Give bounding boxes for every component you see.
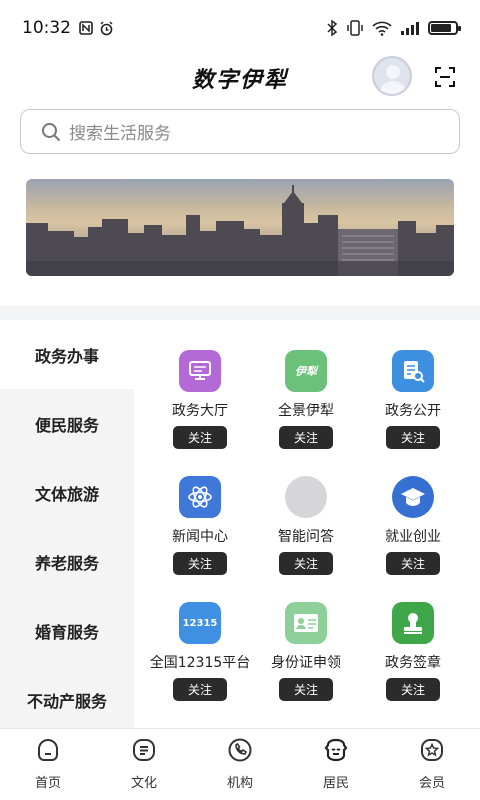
bottom-nav: 首页 文化 机构 居民 会员 — [0, 728, 480, 800]
follow-button[interactable]: 关注 — [279, 426, 333, 449]
follow-button[interactable]: 关注 — [173, 426, 227, 449]
graduation-cap-icon — [392, 476, 434, 518]
scan-icon[interactable] — [434, 66, 456, 88]
stamp-icon — [392, 602, 434, 644]
sidebar-item-real-estate[interactable]: 不动产服务 — [0, 665, 134, 734]
nav-label: 会员 — [418, 776, 445, 791]
signal-icon — [401, 22, 419, 35]
home-icon — [38, 739, 58, 761]
service-label: 智能问答 — [278, 529, 334, 545]
service-item-news[interactable]: 新闻中心 关注 — [140, 476, 260, 575]
service-item-id-card[interactable]: 身份证申领 关注 — [246, 602, 366, 701]
sidebar-item-elderly-care[interactable]: 养老服务 — [0, 527, 134, 596]
alarm-icon — [100, 21, 113, 35]
nav-label: 首页 — [34, 776, 61, 791]
service-item-panorama[interactable]: 伊犁 全景伊犁 关注 — [246, 350, 366, 449]
follow-button[interactable]: 关注 — [386, 426, 440, 449]
follow-button[interactable]: 关注 — [173, 552, 227, 575]
search-bar[interactable]: 搜索生活服务 — [20, 109, 460, 154]
follow-button[interactable]: 关注 — [279, 678, 333, 701]
sidebar-item-label: 文体旅游 — [34, 484, 99, 504]
sidebar-item-convenience-services[interactable]: 便民服务 — [0, 389, 134, 458]
section-divider — [0, 306, 480, 320]
resident-icon — [324, 738, 348, 762]
nav-item-member[interactable]: 会员 — [384, 729, 480, 800]
service-item-stamp[interactable]: 政务签章 关注 — [353, 602, 473, 701]
search-icon — [42, 122, 61, 141]
atom-icon — [179, 476, 221, 518]
follow-button[interactable]: 关注 — [386, 552, 440, 575]
nfc-icon — [79, 21, 93, 35]
monitor-icon — [179, 350, 221, 392]
sidebar-item-culture-sports-tourism[interactable]: 文体旅游 — [0, 458, 134, 527]
phone-icon — [228, 738, 252, 762]
follow-button[interactable]: 关注 — [173, 678, 227, 701]
follow-button[interactable]: 关注 — [279, 552, 333, 575]
nav-item-culture[interactable]: 文化 — [96, 729, 192, 800]
service-label: 政务公开 — [385, 403, 441, 419]
nav-label: 居民 — [322, 776, 349, 791]
nav-item-institutions[interactable]: 机构 — [192, 729, 288, 800]
placeholder-icon — [285, 476, 327, 518]
search-input[interactable]: 搜索生活服务 — [69, 119, 171, 144]
culture-icon — [133, 739, 155, 761]
document-search-icon — [392, 350, 434, 392]
sidebar-item-government-affairs[interactable]: 政务办事 — [0, 320, 134, 389]
nav-label: 文化 — [130, 776, 157, 791]
service-item-qa[interactable]: 智能问答 关注 — [246, 476, 366, 575]
category-sidebar: 政务办事 便民服务 文体旅游 养老服务 婚育服务 不动产服务 — [0, 320, 134, 728]
wifi-icon — [372, 21, 392, 36]
service-label: 新闻中心 — [172, 529, 228, 545]
service-item-12315[interactable]: 12315 全国12315平台 关注 — [140, 602, 260, 701]
service-label: 就业创业 — [385, 529, 441, 545]
bluetooth-icon — [327, 20, 338, 36]
service-item-public-affairs[interactable]: 政务公开 关注 — [353, 350, 473, 449]
battery-icon — [428, 21, 461, 35]
sidebar-item-label: 养老服务 — [34, 553, 99, 573]
nav-label: 机构 — [226, 776, 253, 791]
service-grid: 政务大厅 关注 伊犁 全景伊犁 关注 政务公开 关注 新闻中心 关注 智能问答 … — [134, 320, 480, 728]
service-label: 身份证申领 — [271, 655, 341, 671]
follow-button[interactable]: 关注 — [386, 678, 440, 701]
sidebar-item-marriage-childbirth[interactable]: 婚育服务 — [0, 596, 134, 665]
vibrate-icon — [347, 20, 363, 36]
service-item-hall[interactable]: 政务大厅 关注 — [140, 350, 260, 449]
sidebar-item-label: 不动产服务 — [26, 691, 107, 711]
nav-item-residents[interactable]: 居民 — [288, 729, 384, 800]
service-label: 政务大厅 — [172, 403, 228, 419]
nav-item-home[interactable]: 首页 — [0, 729, 96, 800]
sidebar-item-label: 政务办事 — [34, 346, 99, 366]
status-time: 10:32 — [22, 18, 71, 38]
user-avatar-icon[interactable] — [372, 56, 412, 96]
city-banner-image[interactable] — [26, 179, 454, 276]
id-card-icon — [285, 602, 327, 644]
12315-logo-icon: 12315 — [179, 602, 221, 644]
service-label: 全国12315平台 — [149, 655, 251, 671]
service-label: 全景伊犁 — [278, 403, 334, 419]
sidebar-item-label: 婚育服务 — [34, 622, 99, 642]
service-label: 政务签章 — [385, 655, 441, 671]
sidebar-item-label: 便民服务 — [34, 415, 99, 435]
status-bar: 10:32 — [0, 0, 480, 56]
yili-logo-icon: 伊犁 — [285, 350, 327, 392]
app-header: 数字伊犁 — [0, 56, 480, 100]
member-star-icon — [421, 739, 443, 761]
service-item-employment[interactable]: 就业创业 关注 — [353, 476, 473, 575]
